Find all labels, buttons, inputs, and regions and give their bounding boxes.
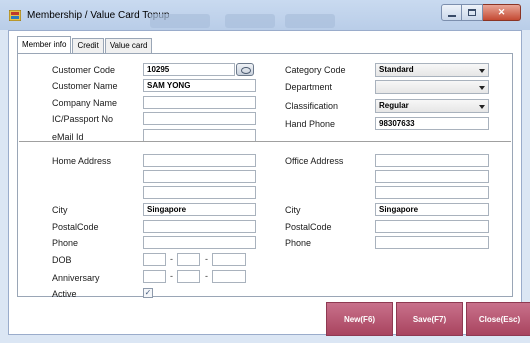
dob-day-field[interactable] [143, 253, 166, 266]
classification-select[interactable]: Regular [375, 99, 489, 113]
city-field[interactable]: Singapore [143, 203, 256, 216]
company-name-field[interactable] [143, 96, 256, 109]
maximize-icon [468, 9, 476, 16]
home-address-line-1[interactable] [143, 154, 256, 167]
anniversary-day-field[interactable] [143, 270, 166, 283]
department-label: Department [285, 82, 333, 92]
app-icon [9, 10, 21, 21]
main-window: Membership / Value Card Topup ✕ Member i… [0, 0, 530, 343]
category-code-value: Standard [379, 65, 414, 74]
ic-passport-field[interactable] [143, 112, 256, 125]
home-address-line-3[interactable] [143, 186, 256, 199]
company-name-label: Company Name [52, 98, 118, 108]
tab-member-info[interactable]: Member info [17, 36, 72, 53]
hand-phone-label: Hand Phone [285, 119, 336, 129]
dob-label: DOB [52, 255, 72, 265]
chevron-down-icon [479, 105, 485, 109]
office-postal-code-label: PostalCode [285, 222, 332, 232]
dob-separator-2: - [205, 254, 208, 264]
customer-code-label: Customer Code [52, 65, 116, 75]
category-code-select[interactable]: Standard [375, 63, 489, 77]
minimize-icon [447, 14, 456, 17]
minimize-button[interactable] [441, 4, 462, 21]
tab-strip: Member info Credit Value card [17, 36, 153, 53]
office-postal-code-field[interactable] [375, 220, 489, 233]
client-area: Member info Credit Value card Customer C… [8, 30, 530, 336]
dob-month-field[interactable] [177, 253, 200, 266]
tab-value-card[interactable]: Value card [104, 38, 153, 53]
active-label: Active [52, 289, 77, 299]
customer-lookup-button[interactable] [236, 63, 254, 76]
department-select[interactable] [375, 80, 489, 94]
save-button[interactable]: Save(F7) [396, 302, 463, 336]
customer-code-field[interactable]: 10295 [143, 63, 235, 76]
dob-year-field[interactable] [212, 253, 246, 266]
anniversary-label: Anniversary [52, 273, 100, 283]
close-window-button[interactable]: ✕ [483, 4, 521, 21]
title-blur-1 [150, 14, 210, 28]
dob-separator-1: - [170, 254, 173, 264]
hand-phone-field[interactable]: 98307633 [375, 117, 489, 130]
member-info-panel: Customer Code 10295 Customer Name SAM YO… [17, 53, 513, 299]
section-divider [19, 141, 511, 143]
home-address-label: Home Address [52, 156, 112, 166]
customer-name-label: Customer Name [52, 81, 118, 91]
classification-label: Classification [285, 101, 339, 111]
home-address-line-2[interactable] [143, 170, 256, 183]
classification-value: Regular [379, 101, 409, 110]
title-blur-3 [285, 14, 335, 28]
postal-code-label: PostalCode [52, 222, 99, 232]
action-button-bar: New(F6) Save(F7) Close(Esc) [326, 302, 530, 336]
office-phone-field[interactable] [375, 236, 489, 249]
anniversary-month-field[interactable] [177, 270, 200, 283]
office-address-line-3[interactable] [375, 186, 489, 199]
close-icon: ✕ [497, 7, 506, 17]
office-address-line-1[interactable] [375, 154, 489, 167]
customer-name-field[interactable]: SAM YONG [143, 79, 256, 92]
phone-field[interactable] [143, 236, 256, 249]
anniversary-separator-2: - [205, 271, 208, 281]
office-address-line-2[interactable] [375, 170, 489, 183]
maximize-button[interactable] [462, 4, 483, 21]
title-bar: Membership / Value Card Topup ✕ [0, 0, 530, 30]
window-controls: ✕ [441, 4, 521, 21]
anniversary-year-field[interactable] [212, 270, 246, 283]
ic-passport-label: IC/Passport No [52, 114, 114, 124]
postal-code-field[interactable] [143, 220, 256, 233]
window-title: Membership / Value Card Topup [27, 10, 170, 21]
office-city-field[interactable]: Singapore [375, 203, 489, 216]
office-city-label: City [285, 205, 301, 215]
office-address-label: Office Address [285, 156, 344, 166]
title-blur-2 [225, 14, 275, 28]
category-code-label: Category Code [285, 65, 346, 75]
close-button[interactable]: Close(Esc) [466, 302, 530, 336]
city-label: City [52, 205, 68, 215]
chevron-down-icon [479, 69, 485, 73]
office-phone-label: Phone [285, 238, 312, 248]
anniversary-separator-1: - [170, 271, 173, 281]
new-button[interactable]: New(F6) [326, 302, 393, 336]
chevron-down-icon [479, 86, 485, 90]
active-checkbox[interactable]: ✓ [143, 288, 153, 298]
check-mark-icon: ✓ [144, 288, 152, 297]
tab-credit[interactable]: Credit [72, 38, 104, 53]
phone-label: Phone [52, 238, 79, 248]
